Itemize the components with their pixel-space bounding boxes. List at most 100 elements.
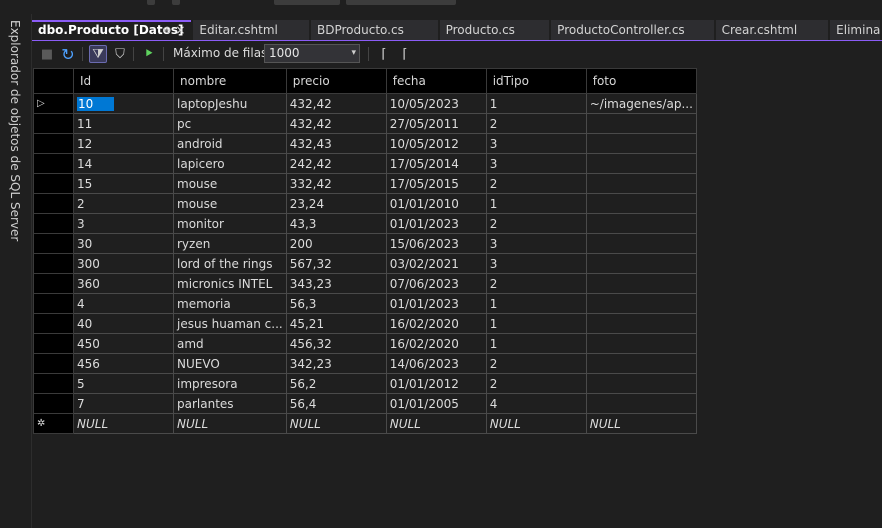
cell-nombre[interactable]: jesus huaman c... (173, 313, 287, 334)
row-header[interactable] (33, 333, 74, 354)
chevron-down-icon[interactable]: ▾ (351, 45, 356, 62)
cell-foto[interactable] (585, 153, 697, 174)
null-cell-id[interactable]: NULL (73, 413, 174, 434)
cell-nombre[interactable]: ryzen (173, 233, 287, 254)
cell-fecha[interactable]: 03/02/2021 (385, 253, 487, 274)
table-row[interactable]: 300 lord of the rings 567,32 03/02/2021 3 (33, 253, 697, 274)
cell-idtipo[interactable]: 2 (485, 113, 587, 134)
cell-idtipo[interactable]: 1 (485, 313, 587, 334)
cell-id[interactable]: 15 (73, 173, 174, 194)
null-cell-nombre[interactable]: NULL (173, 413, 287, 434)
table-row[interactable]: 30 ryzen 200 15/06/2023 3 (33, 233, 697, 254)
table-row[interactable]: 4 memoria 56,3 01/01/2023 1 (33, 293, 697, 314)
row-header[interactable] (33, 373, 74, 394)
cell-id[interactable]: 4 (73, 293, 174, 314)
close-icon[interactable]: × (175, 22, 185, 39)
cell-idtipo[interactable]: 3 (485, 253, 587, 274)
table-row[interactable]: 40 jesus huaman c... 45,21 16/02/2020 1 (33, 313, 697, 334)
side-panel-label[interactable]: Explorador de objetos de SQL Server (8, 20, 22, 241)
cell-precio[interactable]: 23,24 (285, 193, 387, 214)
cell-precio[interactable]: 342,23 (285, 353, 387, 374)
table-row[interactable]: 3 monitor 43,3 01/01/2023 2 (33, 213, 697, 234)
cell-foto[interactable] (585, 353, 697, 374)
cell-idtipo[interactable]: 1 (485, 293, 587, 314)
cell-precio[interactable]: 332,42 (285, 173, 387, 194)
stop-icon[interactable]: ■ (38, 45, 56, 63)
tab-productocontroller-cs[interactable]: ProductoController.cs (551, 20, 714, 40)
cell-fecha[interactable]: 07/06/2023 (385, 273, 487, 294)
sql-server-object-explorer-panel[interactable]: Explorador de objetos de SQL Server (0, 14, 32, 528)
cell-foto[interactable] (585, 293, 697, 314)
refresh-icon[interactable]: ↻ (59, 45, 77, 64)
row-header[interactable] (33, 233, 74, 254)
table-row[interactable]: 360 micronics INTEL 343,23 07/06/2023 2 (33, 273, 697, 294)
cell-id[interactable]: 7 (73, 393, 174, 414)
row-header[interactable] (33, 213, 74, 234)
cell-idtipo[interactable]: 3 (485, 233, 587, 254)
table-row[interactable]: 7 parlantes 56,4 01/01/2005 4 (33, 393, 697, 414)
cell-nombre[interactable]: lapicero (173, 153, 287, 174)
table-row[interactable]: 12 android 432,43 10/05/2012 3 (33, 133, 697, 154)
cell-idtipo[interactable]: 3 (485, 153, 587, 174)
cell-foto[interactable] (585, 333, 697, 354)
column-header-foto[interactable]: foto (585, 68, 697, 94)
cell-fecha[interactable]: 10/05/2023 (385, 93, 487, 114)
cell-precio[interactable]: 56,3 (285, 293, 387, 314)
filter-active-icon[interactable]: ⧩ (89, 45, 107, 63)
cell-idtipo[interactable]: 2 (485, 213, 587, 234)
table-row[interactable]: 14 lapicero 242,42 17/05/2014 3 (33, 153, 697, 174)
cell-id[interactable]: 12 (73, 133, 174, 154)
cell-precio[interactable]: 200 (285, 233, 387, 254)
tab-bdproducto-cs[interactable]: BDProducto.cs (311, 20, 438, 40)
cell-foto[interactable] (585, 193, 697, 214)
cell-precio[interactable]: 456,32 (285, 333, 387, 354)
cell-id[interactable]: 40 (73, 313, 174, 334)
cell-foto[interactable] (585, 173, 697, 194)
cell-id[interactable]: 10 (73, 93, 174, 114)
row-header[interactable] (33, 193, 74, 214)
row-header[interactable] (33, 273, 74, 294)
null-cell-fecha[interactable]: NULL (385, 413, 487, 434)
cell-fecha[interactable]: 14/06/2023 (385, 353, 487, 374)
cell-idtipo[interactable]: 4 (485, 393, 587, 414)
cell-id[interactable]: 30 (73, 233, 174, 254)
cell-precio[interactable]: 567,32 (285, 253, 387, 274)
cell-fecha[interactable]: 16/02/2020 (385, 333, 487, 354)
cell-precio[interactable]: 56,4 (285, 393, 387, 414)
cell-fecha[interactable]: 15/06/2023 (385, 233, 487, 254)
cell-idtipo[interactable]: 2 (485, 373, 587, 394)
cell-nombre[interactable]: NUEVO (173, 353, 287, 374)
cell-idtipo[interactable]: 1 (485, 193, 587, 214)
cell-precio[interactable]: 432,42 (285, 113, 387, 134)
cell-id[interactable]: 3 (73, 213, 174, 234)
table-row[interactable]: 11 pc 432,42 27/05/2011 2 (33, 113, 697, 134)
cell-foto[interactable] (585, 373, 697, 394)
cell-nombre[interactable]: pc (173, 113, 287, 134)
cell-fecha[interactable]: 01/01/2010 (385, 193, 487, 214)
row-header-corner[interactable] (33, 68, 74, 94)
column-header-nombre[interactable]: nombre (173, 68, 287, 94)
cell-foto[interactable] (585, 113, 697, 134)
tab-producto-cs[interactable]: Producto.cs (439, 20, 550, 40)
row-header[interactable] (33, 293, 74, 314)
cell-nombre[interactable]: amd (173, 333, 287, 354)
cell-foto[interactable] (585, 393, 697, 414)
cell-fecha[interactable]: 01/01/2012 (385, 373, 487, 394)
table-row[interactable]: ▷ 10 laptopJeshu 432,42 10/05/2023 1 ~/imagene… (33, 93, 697, 114)
cell-nombre[interactable]: mouse (173, 173, 287, 194)
cell-nombre[interactable]: monitor (173, 213, 287, 234)
cell-idtipo[interactable]: 2 (485, 353, 587, 374)
execute-icon[interactable]: ⯈ (140, 45, 158, 63)
script-icon[interactable]: ⌈ (375, 45, 393, 63)
cell-id[interactable]: 11 (73, 113, 174, 134)
cell-foto[interactable] (585, 233, 697, 254)
tab-editar-cshtml[interactable]: Editar.cshtml (193, 20, 310, 40)
cell-fecha[interactable]: 16/02/2020 (385, 313, 487, 334)
row-header[interactable] (33, 173, 74, 194)
table-row[interactable]: 15 mouse 332,42 17/05/2015 2 (33, 173, 697, 194)
cell-nombre[interactable]: laptopJeshu (173, 93, 287, 114)
cell-fecha[interactable]: 01/01/2023 (385, 213, 487, 234)
cell-id[interactable]: 360 (73, 273, 174, 294)
cell-precio[interactable]: 432,42 (285, 93, 387, 114)
cell-idtipo[interactable]: 2 (485, 273, 587, 294)
